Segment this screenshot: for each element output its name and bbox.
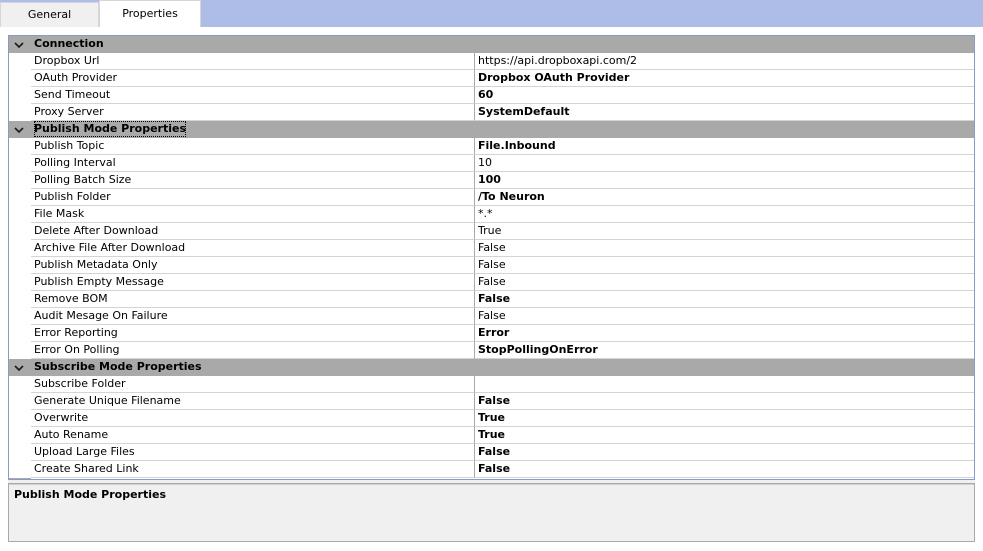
property-grid: Connection Dropbox Url https://api.dropbox… [8, 35, 975, 480]
property-row[interactable]: Publish Folder/To Neuron [9, 189, 974, 206]
property-value[interactable]: Dropbox OAuth Provider [475, 70, 974, 87]
property-row[interactable]: Send Timeout 60 [9, 87, 974, 104]
property-row[interactable]: Proxy Server SystemDefault [9, 104, 974, 121]
property-row[interactable]: Generate Unique Filename False [9, 393, 974, 410]
property-value[interactable]: True [475, 410, 974, 427]
tab-properties[interactable]: Properties [99, 0, 201, 28]
property-row[interactable]: Error On Polling StopPollingOnError [9, 342, 974, 359]
property-row[interactable]: Archive File After Download False [9, 240, 974, 257]
property-row[interactable]: Polling Batch Size 100 [9, 172, 974, 189]
property-name[interactable]: Publish Folder [31, 189, 475, 206]
property-row[interactable]: Audit Mesage On Failure False [9, 308, 974, 325]
tab-general[interactable]: General [0, 2, 99, 27]
property-name[interactable]: Error On Polling [31, 342, 475, 359]
property-name[interactable]: Dropbox Url [31, 53, 475, 70]
property-value[interactable]: True [475, 427, 974, 444]
property-value[interactable]: False [475, 444, 974, 461]
property-name[interactable]: Publish Metadata Only [31, 257, 475, 274]
property-value[interactable]: File.Inbound [475, 138, 974, 155]
grid-rows: Connection Dropbox Url https://api.dropbox… [9, 36, 974, 478]
property-name[interactable]: OAuth Provider [31, 70, 475, 87]
property-value[interactable]: False [475, 291, 974, 308]
property-row[interactable]: OAuth Provider Dropbox OAuth Provider [9, 70, 974, 87]
property-name[interactable]: Polling Batch Size [31, 172, 475, 189]
property-value[interactable]: False [475, 257, 974, 274]
property-row[interactable]: Error Reporting Error [9, 325, 974, 342]
property-name[interactable]: Delete After Download [31, 223, 475, 240]
property-row[interactable]: Upload Large Files False [9, 444, 974, 461]
chevron-down-icon[interactable] [13, 362, 25, 374]
property-value[interactable]: https://api.dropboxapi.com/2 [475, 53, 974, 70]
help-title: Publish Mode Properties [14, 488, 167, 501]
chevron-down-icon[interactable] [13, 124, 25, 136]
property-value[interactable]: 10 [475, 155, 974, 172]
property-name[interactable]: Upload Large Files [31, 444, 475, 461]
property-row[interactable]: Overwrite True [9, 410, 974, 427]
property-row[interactable]: File Mask *.* [9, 206, 974, 223]
property-name[interactable]: Generate Unique Filename [31, 393, 475, 410]
property-value[interactable]: SystemDefault [475, 104, 974, 121]
property-name[interactable]: Polling Interval [31, 155, 475, 172]
property-value[interactable]: 100 [475, 172, 974, 189]
category-row[interactable]: Publish Mode Properties [9, 121, 974, 138]
property-name[interactable]: Send Timeout [31, 87, 475, 104]
property-value[interactable]: *.* [475, 206, 974, 223]
category-label: Subscribe Mode Properties [34, 360, 202, 373]
property-value[interactable]: False [475, 274, 974, 291]
property-name[interactable]: Create Shared Link [31, 461, 475, 478]
property-name[interactable]: Error Reporting [31, 325, 475, 342]
property-name[interactable]: Publish Empty Message [31, 274, 475, 291]
property-value[interactable]: False [475, 308, 974, 325]
property-name[interactable]: File Mask [31, 206, 475, 223]
property-value[interactable]: False [475, 461, 974, 478]
property-name[interactable]: Overwrite [31, 410, 475, 427]
property-row[interactable]: Remove BOM False [9, 291, 974, 308]
help-pane: Publish Mode Properties [8, 483, 975, 542]
property-row[interactable]: Publish Topic File.Inbound [9, 138, 974, 155]
chevron-down-icon[interactable] [13, 39, 25, 51]
property-name[interactable]: Auto Rename [31, 427, 475, 444]
property-name[interactable]: Archive File After Download [31, 240, 475, 257]
property-row[interactable]: Dropbox Url https://api.dropboxapi.com/2 [9, 53, 974, 70]
property-value[interactable]: False [475, 240, 974, 257]
property-value[interactable]: /To Neuron [475, 189, 974, 206]
property-row[interactable]: Auto Rename True [9, 427, 974, 444]
property-row[interactable]: Subscribe Folder [9, 376, 974, 393]
category-row[interactable]: Subscribe Mode Properties [9, 359, 974, 376]
category-label: Connection [34, 37, 104, 50]
property-value[interactable]: 60 [475, 87, 974, 104]
property-value[interactable]: Error [475, 325, 974, 342]
category-row[interactable]: Connection [9, 36, 974, 53]
property-value[interactable]: False [475, 393, 974, 410]
property-row[interactable]: Create Shared Link False [9, 461, 974, 478]
property-row[interactable]: Delete After Download True [9, 223, 974, 240]
property-value[interactable]: StopPollingOnError [475, 342, 974, 359]
property-value[interactable] [475, 376, 974, 393]
category-label: Publish Mode Properties [34, 121, 187, 137]
property-name[interactable]: Subscribe Folder [31, 376, 475, 393]
property-row[interactable]: Publish Empty Message False [9, 274, 974, 291]
property-name[interactable]: Remove BOM [31, 291, 475, 308]
property-name[interactable]: Audit Mesage On Failure [31, 308, 475, 325]
property-row[interactable]: Publish Metadata Only False [9, 257, 974, 274]
property-name[interactable]: Publish Topic [31, 138, 475, 155]
property-row[interactable]: Polling Interval 10 [9, 155, 974, 172]
property-value[interactable]: True [475, 223, 974, 240]
tab-strip: General Properties [0, 0, 983, 28]
property-name[interactable]: Proxy Server [31, 104, 475, 121]
